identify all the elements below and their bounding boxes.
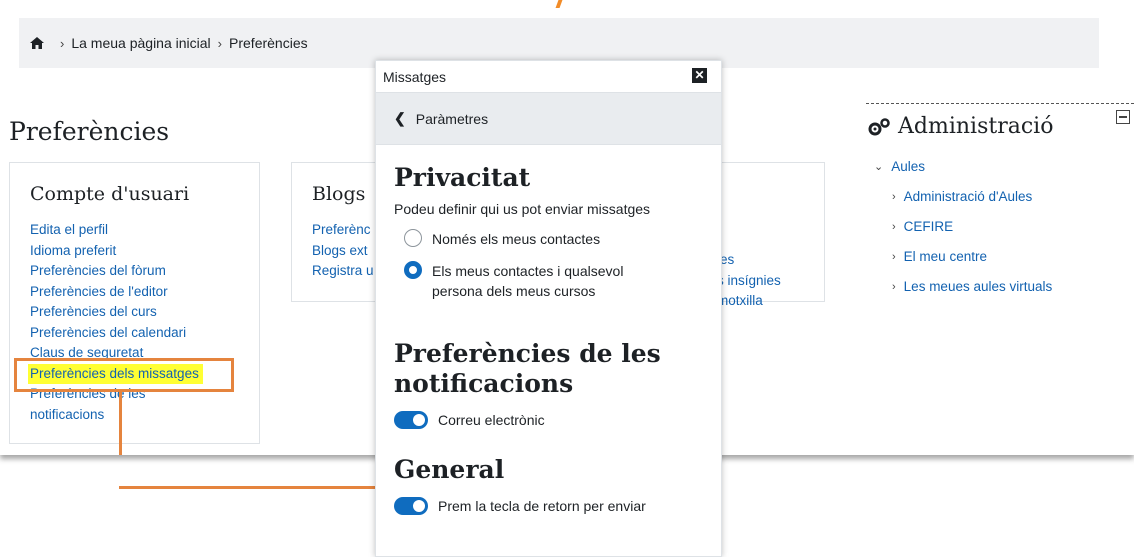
callout-connector-horizontal [119, 486, 385, 489]
administration-block: Administració ⌄ Aules › Administració d'… [866, 103, 1134, 294]
breadcrumb-current: Preferències [229, 35, 308, 51]
badges-links: ies s insígnies motxilla [717, 250, 781, 312]
preferred-language-link[interactable]: Idioma preferit [30, 241, 259, 262]
page-title: Preferències [9, 117, 170, 146]
enter-send-label: Prem la tecla de retorn per enviar [438, 498, 646, 514]
email-toggle-row: Correu electrònic [394, 411, 721, 429]
chevron-right-icon: › [892, 250, 896, 263]
radio-label: Els meus contactes i qualsevol persona d… [432, 263, 624, 299]
enter-send-toggle-row: Prem la tecla de retorn per enviar [394, 497, 721, 515]
badges-link-2[interactable]: s insígnies [717, 271, 781, 292]
email-toggle-label: Correu electrònic [438, 412, 545, 428]
badges-link-1[interactable]: ies [717, 250, 781, 271]
home-icon[interactable] [29, 36, 45, 50]
callout-connector [119, 392, 122, 455]
callout-highlight-box [14, 358, 234, 392]
chevron-left-icon: ❮ [394, 110, 406, 126]
radio-label: Només els meus contactes [432, 231, 601, 247]
administration-tree: ⌄ Aules › Administració d'Aules › CEFIRE… [866, 159, 1134, 294]
backpack-link[interactable]: motxilla [717, 291, 781, 312]
chevron-right-icon: › [892, 220, 896, 233]
chevron-right-icon: › [217, 35, 223, 51]
tree-item-aules[interactable]: ⌄ Aules [874, 159, 1134, 174]
privacy-option-contacts-courses[interactable]: Els meus contactes i qualsevol persona d… [404, 261, 721, 301]
tree-item-label: Administració d'Aules [903, 189, 1033, 204]
settings-back-button[interactable]: ❮ Paràmetres [376, 93, 721, 145]
radio-button-checked[interactable] [404, 261, 422, 279]
drawer-title: Missatges [383, 68, 447, 85]
account-card: Compte d'usuari Edita el perfil Idioma p… [9, 162, 260, 444]
drawer-header: Missatges [376, 61, 721, 93]
privacy-option-contacts[interactable]: Només els meus contactes [404, 229, 721, 249]
tree-item-administration[interactable]: › Administració d'Aules [892, 189, 1134, 204]
privacy-heading: Privacitat [394, 163, 531, 192]
editor-preferences-link[interactable]: Preferències de l'editor [30, 282, 259, 303]
close-icon[interactable]: ✕ [692, 68, 707, 83]
chevron-right-icon: › [892, 190, 896, 203]
tree-item-cefire[interactable]: › CEFIRE [892, 219, 1134, 234]
administration-heading: Administració [898, 114, 1054, 139]
general-heading: General [394, 455, 505, 484]
cogs-icon [866, 117, 892, 137]
back-label: Paràmetres [415, 110, 489, 127]
tree-item-label: Aules [891, 159, 925, 174]
calendar-preferences-link[interactable]: Preferències del calendari [30, 323, 259, 344]
tree-item-virtual-classrooms[interactable]: › Les meues aules virtuals [892, 279, 1134, 294]
radio-button[interactable] [404, 229, 422, 247]
forum-preferences-link[interactable]: Preferències del fòrum [30, 261, 259, 282]
tree-item-label: Les meues aules virtuals [903, 279, 1053, 294]
chevron-right-icon: › [60, 35, 65, 51]
enter-send-toggle[interactable] [394, 497, 428, 515]
course-preferences-link[interactable]: Preferències del curs [30, 302, 259, 323]
privacy-description: Podeu definir qui us pot enviar missatge… [394, 201, 651, 217]
email-toggle[interactable] [394, 411, 428, 429]
chevron-right-icon: › [892, 280, 896, 293]
messages-drawer: Missatges ✕ ❮ Paràmetres Privacitat Pode… [375, 60, 722, 557]
collapse-icon[interactable] [1116, 110, 1130, 124]
tree-item-label: CEFIRE [903, 219, 954, 234]
tree-item-label: El meu centre [903, 249, 987, 264]
callout-mark [555, 0, 563, 8]
administration-title: Administració [866, 114, 1134, 139]
tree-item-my-centre[interactable]: › El meu centre [892, 249, 1134, 264]
edit-profile-link[interactable]: Edita el perfil [30, 220, 259, 241]
notifications-heading: Preferències de les notificacions [394, 339, 661, 398]
drawer-body: Privacitat Podeu definir qui us pot envi… [376, 145, 721, 515]
chevron-down-icon: ⌄ [874, 161, 884, 173]
breadcrumb-home-link[interactable]: La meua pàgina inicial [71, 35, 210, 51]
account-heading: Compte d'usuari [30, 183, 190, 205]
